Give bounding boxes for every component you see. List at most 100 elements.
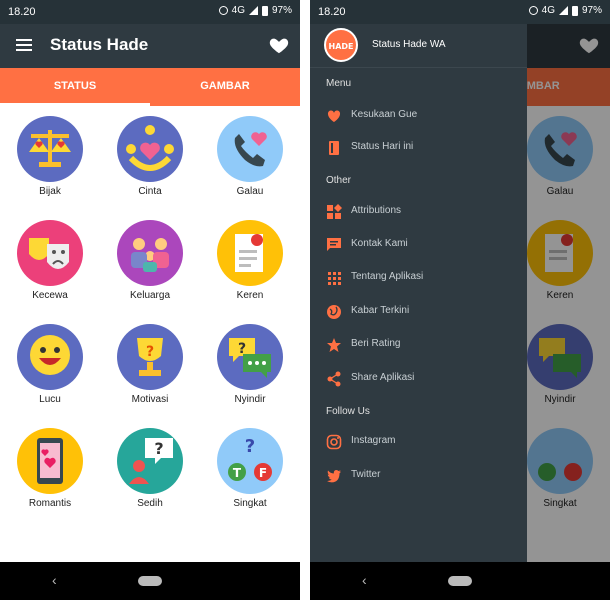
svg-text:?: ? <box>245 436 255 457</box>
drawer-item-label: Instagram <box>351 435 396 446</box>
drawer-item-kesukaan-gue[interactable]: Kesukaan Gue <box>326 104 516 128</box>
status-bar: 18.20 4G 97% <box>0 0 300 24</box>
home-pill-icon[interactable] <box>448 576 472 586</box>
alarm-icon <box>528 6 538 15</box>
network-type: 4G <box>231 5 245 16</box>
category-keluarga[interactable]: Keluarga <box>100 210 200 314</box>
category-label: Keren <box>236 290 264 301</box>
book-icon <box>329 141 339 155</box>
category-label: Motivasi <box>131 394 169 405</box>
apps-grid-icon <box>328 272 341 285</box>
back-icon[interactable]: ‹ <box>52 572 57 588</box>
drawer-item-attributions[interactable]: Attributions <box>326 200 516 224</box>
drawer-header: HADE Status Hade WA <box>310 24 527 68</box>
family-icon <box>117 220 183 286</box>
screen-main: 18.20 4G 97% Status Hade STATUS GAMBAR B… <box>0 0 300 600</box>
star-icon <box>327 338 341 352</box>
navigation-drawer: HADE Status Hade WA Menu Kesukaan Gue St… <box>310 24 527 562</box>
drawer-title: Status Hade WA <box>372 39 446 50</box>
battery-level: 97% <box>271 5 292 16</box>
tab-status[interactable]: STATUS <box>0 68 150 106</box>
category-label: Lucu <box>39 394 61 405</box>
category-label: Nyindir <box>234 394 266 405</box>
drawer-item-label: Kabar Terkini <box>351 305 410 316</box>
category-bijak[interactable]: Bijak <box>0 106 100 210</box>
drawer-item-beri-rating[interactable]: Beri Rating <box>326 333 516 357</box>
category-sedih[interactable]: ? Sedih <box>100 418 200 522</box>
category-romantis[interactable]: Romantis <box>0 418 100 522</box>
app-title: Status Hade <box>50 35 149 54</box>
smartphone-hearts-icon <box>17 428 83 494</box>
love-icon <box>117 116 183 182</box>
drawer-item-twitter[interactable]: Twitter <box>326 464 516 488</box>
category-label: Galau <box>236 186 264 197</box>
tab-bar: STATUS GAMBAR <box>0 68 300 106</box>
category-singkat[interactable]: ? T F Singkat <box>200 418 300 522</box>
instagram-icon <box>326 434 342 450</box>
scale-icon <box>17 116 83 182</box>
drawer-item-label: Twitter <box>351 469 381 480</box>
alarm-icon <box>218 6 228 15</box>
section-menu: Menu <box>326 78 352 89</box>
svg-text:F: F <box>259 466 267 480</box>
section-follow-us: Follow Us <box>326 406 370 417</box>
category-lucu[interactable]: Lucu <box>0 314 100 418</box>
svg-text:?: ? <box>146 344 154 360</box>
favorites-heart-icon[interactable] <box>268 34 290 56</box>
category-nyindir[interactable]: ? Nyindir <box>200 314 300 418</box>
category-label: Sedih <box>137 498 163 509</box>
drawer-item-share-aplikasi[interactable]: Share Aplikasi <box>326 367 516 391</box>
widgets-icon <box>327 204 342 219</box>
signal-icon <box>558 6 568 15</box>
chat-bubbles-icon: ? <box>217 324 283 390</box>
category-motivasi[interactable]: ? Motivasi <box>100 314 200 418</box>
tab-gambar[interactable]: GAMBAR <box>150 68 300 106</box>
share-icon <box>327 371 341 387</box>
drawer-item-label: Kesukaan Gue <box>351 109 418 120</box>
category-kecewa[interactable]: Kecewa <box>0 210 100 314</box>
smiley-icon <box>17 324 83 390</box>
logo-text: HADE <box>329 42 354 51</box>
phone-heart-icon <box>217 116 283 182</box>
back-icon[interactable]: ‹ <box>362 572 367 588</box>
category-label: Keluarga <box>129 290 171 301</box>
globe-icon <box>327 305 341 319</box>
drawer-item-instagram[interactable]: Instagram <box>326 430 516 454</box>
status-time: 18.20 <box>8 6 36 18</box>
network-type: 4G <box>541 5 555 16</box>
menu-icon[interactable] <box>16 39 32 51</box>
category-label: Cinta <box>138 186 162 197</box>
category-cinta[interactable]: Cinta <box>100 106 200 210</box>
drawer-item-label: Status Hari ini <box>351 141 414 152</box>
system-nav-bar: ‹ <box>0 562 300 600</box>
system-nav-bar: ‹ <box>310 562 610 600</box>
true-false-icon: ? T F <box>217 428 283 494</box>
battery-level: 97% <box>581 5 602 16</box>
drawer-item-kabar-terkini[interactable]: Kabar Terkini <box>326 300 516 324</box>
home-pill-icon[interactable] <box>138 576 162 586</box>
category-label: Singkat <box>233 498 267 509</box>
screen-drawer-open: 18.20 4G 97% STATUS GAMBAR Galau <box>310 0 610 600</box>
category-keren[interactable]: Keren <box>200 210 300 314</box>
twitter-icon <box>327 470 341 483</box>
category-galau[interactable]: Galau <box>200 106 300 210</box>
category-label: Romantis <box>28 498 72 509</box>
drawer-item-tentang-aplikasi[interactable]: Tentang Aplikasi <box>326 266 516 290</box>
theatre-masks-icon <box>17 220 83 286</box>
status-bar: 18.20 4G 97% <box>310 0 610 24</box>
drawer-item-status-hari-ini[interactable]: Status Hari ini <box>326 136 516 160</box>
signal-icon <box>248 6 258 15</box>
category-label: Kecewa <box>32 290 68 301</box>
drawer-item-label: Beri Rating <box>351 338 401 349</box>
svg-text:?: ? <box>154 439 163 458</box>
question-person-icon: ? <box>117 428 183 494</box>
drawer-item-label: Share Aplikasi <box>351 372 415 383</box>
drawer-item-kontak-kami[interactable]: Kontak Kami <box>326 233 516 257</box>
svg-text:T: T <box>233 466 242 480</box>
app-logo: HADE <box>324 28 358 62</box>
section-other: Other <box>326 175 352 186</box>
grade-paper-icon <box>217 220 283 286</box>
battery-icon <box>571 5 578 16</box>
battery-icon <box>261 5 268 16</box>
category-grid: Bijak Cinta Galau Kecewa Keluarga Keren … <box>0 106 300 562</box>
